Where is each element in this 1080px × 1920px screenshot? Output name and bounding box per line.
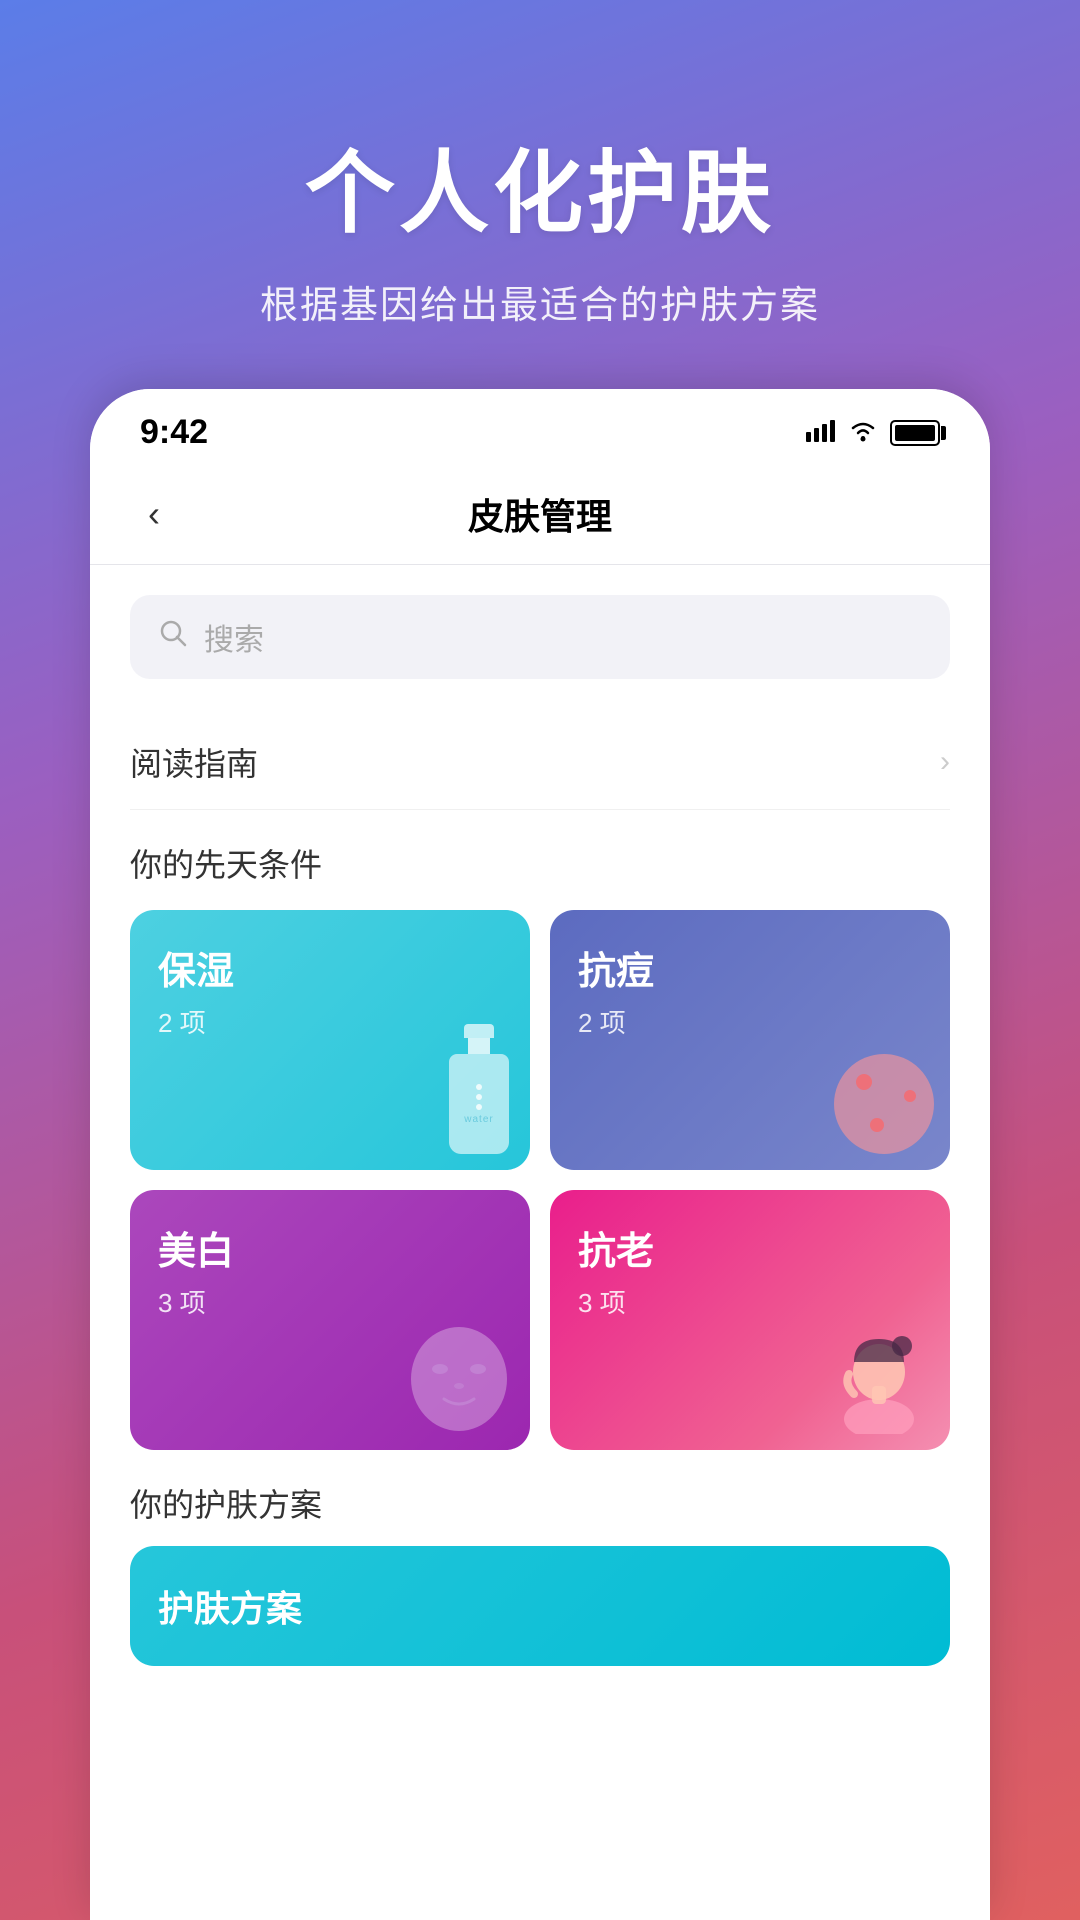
card-acne-count: 2 项 — [578, 1003, 922, 1040]
chevron-right-icon: › — [940, 745, 950, 779]
card-whitening-title: 美白 — [158, 1220, 502, 1275]
card-moisturizing[interactable]: 保湿 2 项 water — [130, 910, 530, 1170]
card-anti-aging[interactable]: 抗老 3 项 — [550, 1190, 950, 1450]
phone-mockup: 9:42 — [90, 389, 990, 1920]
skincare-card-title: 护肤方案 — [158, 1580, 302, 1632]
guide-row[interactable]: 阅读指南 › — [130, 715, 950, 810]
content-area: 搜索 阅读指南 › 你的先天条件 保湿 2 项 — [90, 565, 990, 1920]
person-illustration — [824, 1304, 934, 1434]
wifi-icon — [848, 417, 878, 449]
acne-face-illustration — [834, 1054, 934, 1154]
card-whitening[interactable]: 美白 3 项 — [130, 1190, 530, 1450]
main-title: 个人化护肤 — [60, 120, 1020, 250]
card-acne-title: 抗痘 — [578, 940, 922, 995]
signal-icon — [806, 417, 836, 449]
card-moisturizing-title: 保湿 — [158, 940, 502, 995]
nav-title: 皮肤管理 — [468, 488, 612, 540]
status-icons — [806, 417, 940, 449]
card-anti-aging-title: 抗老 — [578, 1220, 922, 1275]
search-bar[interactable]: 搜索 — [130, 595, 950, 679]
skincare-section: 你的护肤方案 护肤方案 — [130, 1480, 950, 1666]
skincare-section-title: 你的护肤方案 — [130, 1480, 950, 1526]
status-time: 9:42 — [140, 413, 208, 452]
header-section: 个人化护肤 根据基因给出最适合的护肤方案 — [0, 0, 1080, 389]
nav-bar: ‹ 皮肤管理 — [90, 468, 990, 565]
search-icon — [158, 618, 188, 656]
guide-label: 阅读指南 — [130, 739, 258, 785]
search-placeholder: 搜索 — [204, 615, 264, 659]
skincare-card[interactable]: 护肤方案 — [130, 1546, 950, 1666]
innate-section-title: 你的先天条件 — [130, 840, 950, 886]
card-acne[interactable]: 抗痘 2 项 — [550, 910, 950, 1170]
back-button[interactable]: ‹ — [140, 485, 168, 543]
battery-icon — [890, 420, 940, 446]
sub-title: 根据基因给出最适合的护肤方案 — [60, 274, 1020, 329]
water-bottle-illustration: water — [444, 1024, 514, 1154]
mask-illustration — [404, 1314, 514, 1434]
cards-grid: 保湿 2 项 water — [130, 910, 950, 1450]
status-bar: 9:42 — [90, 389, 990, 468]
